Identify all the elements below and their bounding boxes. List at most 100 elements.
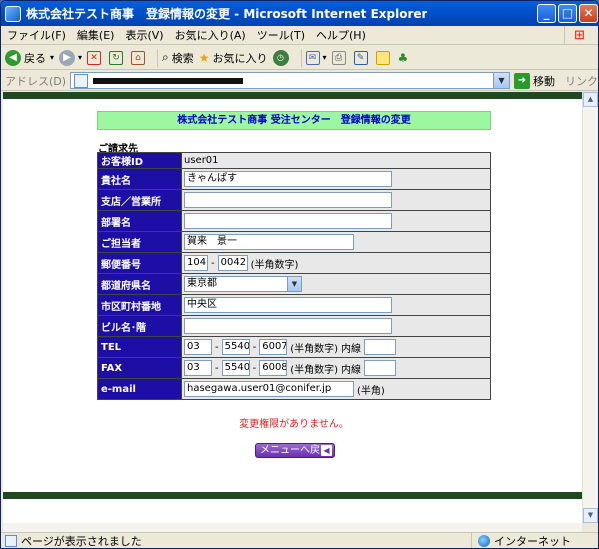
scroll-down-icon[interactable]: ▼ [583,508,598,523]
company-label: 貴社名 [97,168,182,190]
history-button[interactable]: ◷ [272,49,292,66]
menu-tools[interactable]: ツール(T) [257,27,305,43]
back-button[interactable]: ◀ 戻る ▾ [5,49,54,66]
tel-dash: - [215,341,219,353]
search-label: 検索 [171,51,194,65]
stop-button[interactable]: ✕ [87,50,104,65]
branch-label: 支店／営業所 [97,189,182,211]
print-button[interactable]: ⎙ [331,50,349,65]
home-button[interactable]: ⌂ [131,50,148,65]
zip1-input[interactable]: 104 [184,255,208,271]
vertical-scrollbar[interactable]: ▲ ▼ [582,92,598,523]
building-input[interactable] [184,318,392,334]
search-button[interactable]: ⌕ 検索 [162,50,194,66]
menu-file[interactable]: ファイル(F) [7,27,66,43]
history-icon: ◷ [272,49,289,66]
discuss-button[interactable] [375,50,393,65]
search-icon: ⌕ [162,50,169,64]
go-button[interactable]: ➜ 移動 [514,72,555,89]
city-input[interactable]: 中央区 [184,297,392,313]
fax1-input[interactable]: 03 [184,360,212,376]
favorites-button[interactable]: ★ お気に入り [199,50,268,66]
row-city: 市区町村番地 中央区 [97,294,491,316]
maximize-button[interactable]: □ [558,4,577,23]
dept-input[interactable] [184,213,392,229]
fax-ext-label: 内線 [341,364,362,376]
windows-logo-icon: ⊞ [564,26,594,45]
menu-edit[interactable]: 編集(E) [77,27,115,43]
zip2-input[interactable]: 0042 [217,255,248,271]
page-icon [74,73,89,88]
email-label: e-mail [97,378,182,400]
row-company: 貴社名 きゃんぱす [97,168,491,190]
mail-button[interactable]: ✉ ▾ [305,50,327,65]
tel-ext-label: 内線 [341,343,362,355]
row-branch: 支店／営業所 [97,189,491,211]
status-bar: ページが表示されました インターネット [1,532,598,548]
menu-favorites[interactable]: お気に入り(A) [175,27,246,43]
edit-button[interactable]: ✎ [353,50,371,65]
go-arrow-icon: ➜ [514,72,530,89]
email-note: (半角) [357,385,385,397]
refresh-icon: ↻ [109,50,124,65]
tel2-input[interactable]: 5540 [221,339,250,355]
close-button[interactable]: ✕ [579,4,598,23]
mail-icon: ✉ [305,50,320,65]
stop-icon: ✕ [87,50,102,65]
back-label: 戻る [24,51,46,65]
fax-label: FAX [97,357,182,379]
mail-dropdown-icon[interactable]: ▾ [323,53,327,62]
address-dropdown-icon[interactable]: ▼ [493,73,509,88]
tel1-input[interactable]: 03 [184,339,212,355]
chevron-down-icon: ▼ [287,277,301,291]
row-customer-id: お客様ID user01 [97,152,491,169]
zip-note: (半角数字) [250,259,299,271]
back-arrow-icon: ◀ [5,49,21,66]
edit-icon: ✎ [353,50,368,65]
fax-note: (半角数字) [290,364,339,376]
row-email: e-mail hasegawa.user01@conifer.jp (半角) [97,378,491,400]
go-label: 移動 [533,74,555,88]
menu-view[interactable]: 表示(V) [125,27,163,43]
pref-value: 東京都 [187,278,217,289]
links-button[interactable]: リンク [565,73,598,89]
customer-id-value: user01 [181,152,491,169]
branch-input[interactable] [184,192,392,208]
menu-help[interactable]: ヘルプ(H) [316,27,366,43]
messenger-button[interactable]: ♣ [398,51,409,65]
page-done-icon [5,535,17,547]
scroll-up-icon[interactable]: ▲ [583,92,598,107]
back-arrow-icon: ◀ [321,445,332,456]
row-fax: FAX 03-5540-6008 (半角数字) 内線 [97,357,491,379]
dept-label: 部署名 [97,210,182,232]
print-icon: ⎙ [331,50,346,65]
back-dropdown-icon[interactable]: ▾ [50,53,54,62]
address-bar: アドレス(D) ▼ ➜ 移動 リンク [1,71,598,91]
forward-dropdown-icon[interactable]: ▾ [78,53,82,62]
zone-text: インターネット [494,535,571,548]
minimize-button[interactable]: _ [537,4,556,23]
ie-icon [5,5,21,22]
fax-dash: - [252,362,257,374]
tel3-input[interactable]: 6007 [259,339,288,355]
redacted-url [93,77,244,84]
home-icon: ⌂ [131,50,146,65]
company-input[interactable]: きゃんぱす [184,171,392,187]
back-to-menu-button[interactable]: メニューへ戻る ◀ [255,443,335,458]
fax3-input[interactable]: 6008 [259,360,288,376]
fax-ext-input[interactable] [364,360,397,376]
email-input[interactable]: hasegawa.user01@conifer.jp [184,381,354,397]
status-text: ページが表示されました [21,535,142,548]
contact-input[interactable]: 賀来 景一 [184,234,354,250]
tel-dash: - [252,341,257,353]
horizontal-scrollbar[interactable] [3,523,582,532]
tel-ext-input[interactable] [364,339,397,355]
fax2-input[interactable]: 5540 [221,360,250,376]
address-input[interactable]: ▼ [70,72,510,89]
forward-button[interactable]: ▶ ▾ [59,49,82,66]
city-label: 市区町村番地 [97,294,182,316]
pref-label: 都道府県名 [97,273,182,295]
back-to-menu-label: メニューへ戻る [260,445,330,456]
pref-select[interactable]: 東京都 ▼ [184,276,302,292]
refresh-button[interactable]: ↻ [109,50,126,65]
